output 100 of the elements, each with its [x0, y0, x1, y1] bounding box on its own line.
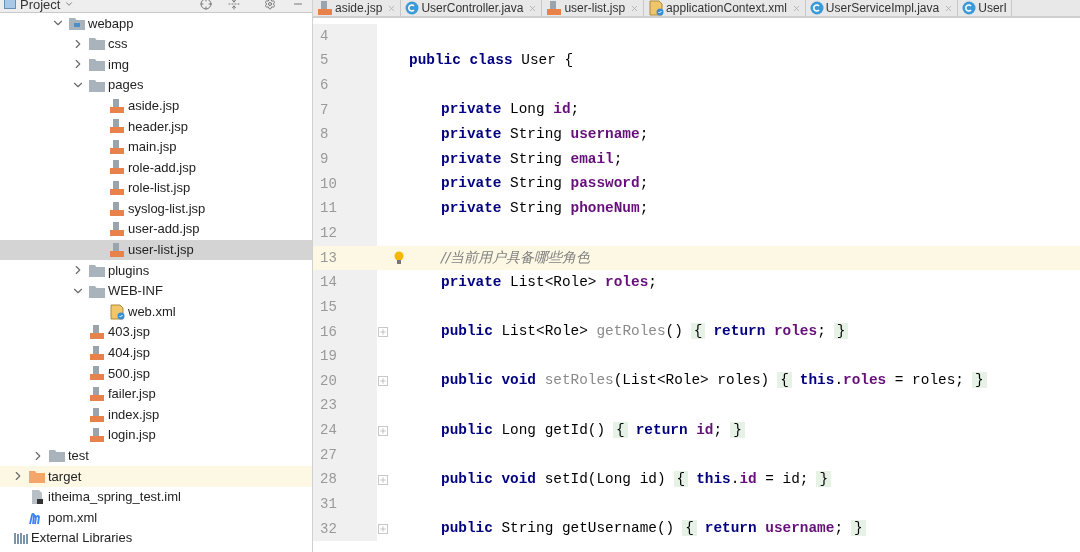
- fold-icon[interactable]: [378, 425, 388, 436]
- class-icon: [405, 1, 420, 15]
- tree-item-label: pages: [108, 76, 144, 95]
- line-number: 7: [313, 97, 377, 123]
- line-number: 9: [313, 147, 377, 172]
- fold-icon[interactable]: [378, 327, 388, 337]
- tree-item[interactable]: 404.jsp: [0, 342, 312, 364]
- code-line: public List<Role> getRoles() { return roles; }: [441, 321, 849, 343]
- tree-item[interactable]: pom.xml: [0, 507, 312, 528]
- tree-item[interactable]: user-add.jsp: [0, 218, 312, 240]
- line-number: 16: [313, 319, 377, 345]
- tree-item-label: web.xml: [128, 302, 176, 321]
- close-icon[interactable]: [528, 3, 538, 13]
- tree-item-label: login.jsp: [108, 426, 156, 445]
- dropdown-icon[interactable]: [64, 0, 75, 9]
- close-icon[interactable]: [944, 3, 954, 13]
- tree-item[interactable]: web.xml: [0, 301, 312, 322]
- line-number: 23: [313, 393, 377, 419]
- code-line: private String password;: [441, 174, 649, 194]
- tree-item[interactable]: user-list.jsp: [0, 239, 312, 261]
- line-number: 28: [313, 467, 377, 493]
- editor-tab[interactable]: UserI: [958, 0, 1012, 16]
- line-number: 8: [313, 122, 377, 148]
- web-folder-icon: [69, 16, 85, 30]
- fold-icon[interactable]: [378, 524, 388, 535]
- module-file-icon: [29, 488, 45, 505]
- tree-item-label: syslog-list.jsp: [128, 199, 206, 218]
- tab-label: user-list.jsp: [564, 2, 626, 14]
- locate-icon[interactable]: [200, 0, 212, 10]
- editor-tab[interactable]: applicationContext.xml: [644, 0, 806, 16]
- tree-item-label: pom.xml: [48, 508, 98, 527]
- tree-item[interactable]: webapp: [0, 13, 312, 34]
- tree-item-label: 404.jsp: [108, 344, 150, 363]
- line-number: 12: [313, 221, 377, 246]
- tree-item[interactable]: plugins: [0, 260, 312, 281]
- jsp-file-icon: [546, 0, 563, 16]
- tree-item[interactable]: failer.jsp: [0, 383, 312, 405]
- editor-tab[interactable]: UserController.java: [401, 0, 543, 16]
- tree-item[interactable]: css: [0, 33, 312, 55]
- line-number: 32: [313, 516, 377, 542]
- tree-item[interactable]: 403.jsp: [0, 321, 312, 343]
- window-icon: [4, 0, 16, 9]
- tree-item[interactable]: login.jsp: [0, 424, 312, 446]
- tree-item-label: img: [108, 55, 129, 74]
- tree-item-label: 403.jsp: [108, 323, 150, 342]
- tree-item-label: index.jsp: [108, 405, 160, 424]
- fold-icon[interactable]: [378, 474, 388, 485]
- tree-item-label: itheima_spring_test.iml: [48, 488, 181, 507]
- code-line: public void setRoles(List<Role> roles) { this.roles = roles; }: [441, 370, 987, 393]
- tree-item[interactable]: index.jsp: [0, 404, 312, 425]
- editor-tab[interactable]: user-list.jsp: [542, 0, 645, 16]
- tree-item[interactable]: header.jsp: [0, 115, 312, 137]
- jsp-file-icon: [109, 97, 125, 114]
- line-number: 20: [313, 368, 377, 394]
- tree-item-label: target: [48, 467, 82, 486]
- jsp-file-icon: [89, 406, 105, 423]
- line-number: 31: [313, 492, 377, 517]
- tab-label: aside.jsp: [335, 2, 383, 14]
- tree-item[interactable]: target: [0, 466, 312, 487]
- xml-file-icon: [648, 0, 665, 16]
- tree-item[interactable]: img: [0, 54, 312, 75]
- line-number: 19: [313, 344, 377, 369]
- jsp-file-icon: [109, 138, 125, 155]
- editor-tab[interactable]: aside.jsp: [313, 0, 402, 16]
- tree-item[interactable]: role-list.jsp: [0, 177, 312, 199]
- jsp-file-icon: [89, 365, 105, 382]
- settings-icon[interactable]: [264, 0, 276, 10]
- tree-item[interactable]: itheima_spring_test.iml: [0, 486, 312, 508]
- tree-item[interactable]: syslog-list.jsp: [0, 198, 312, 219]
- tree-item[interactable]: External Libraries: [0, 527, 312, 549]
- jsp-file-icon: [109, 180, 125, 197]
- collapse-icon[interactable]: [228, 0, 240, 10]
- tree-item-label: main.jsp: [128, 138, 177, 157]
- code-line: public void setId(Long id) { this.id = id; }: [441, 469, 832, 491]
- tree-item[interactable]: pages: [0, 74, 312, 96]
- code-line: public class User {: [409, 51, 574, 71]
- editor-tab[interactable]: UserServiceImpl.java: [805, 0, 959, 16]
- jsp-file-icon: [109, 221, 125, 238]
- library-icon: [14, 532, 28, 545]
- jsp-file-icon: [109, 118, 125, 135]
- code-line: public String getUsername() { return username; }: [441, 518, 866, 540]
- tree-item-label: webapp: [88, 14, 134, 33]
- line-number: 24: [313, 418, 377, 443]
- tree-item[interactable]: 500.jsp: [0, 363, 312, 384]
- close-icon[interactable]: [387, 3, 397, 13]
- tree-item[interactable]: role-add.jsp: [0, 157, 312, 178]
- close-icon[interactable]: [791, 3, 801, 13]
- tree-item[interactable]: WEB-INF: [0, 280, 312, 302]
- tree-item[interactable]: test: [0, 445, 312, 467]
- fold-icon[interactable]: [378, 376, 388, 387]
- lightbulb-icon[interactable]: [394, 251, 404, 266]
- line-number: 6: [313, 73, 377, 98]
- close-icon[interactable]: [630, 3, 640, 13]
- jsp-file-icon: [109, 200, 125, 217]
- folder-icon: [89, 58, 105, 71]
- tree-item[interactable]: main.jsp: [0, 136, 312, 158]
- tree-item[interactable]: aside.jsp: [0, 95, 312, 116]
- tree-item-label: role-add.jsp: [128, 158, 196, 177]
- panel-title[interactable]: Project: [20, 0, 61, 11]
- folder-icon: [29, 469, 45, 483]
